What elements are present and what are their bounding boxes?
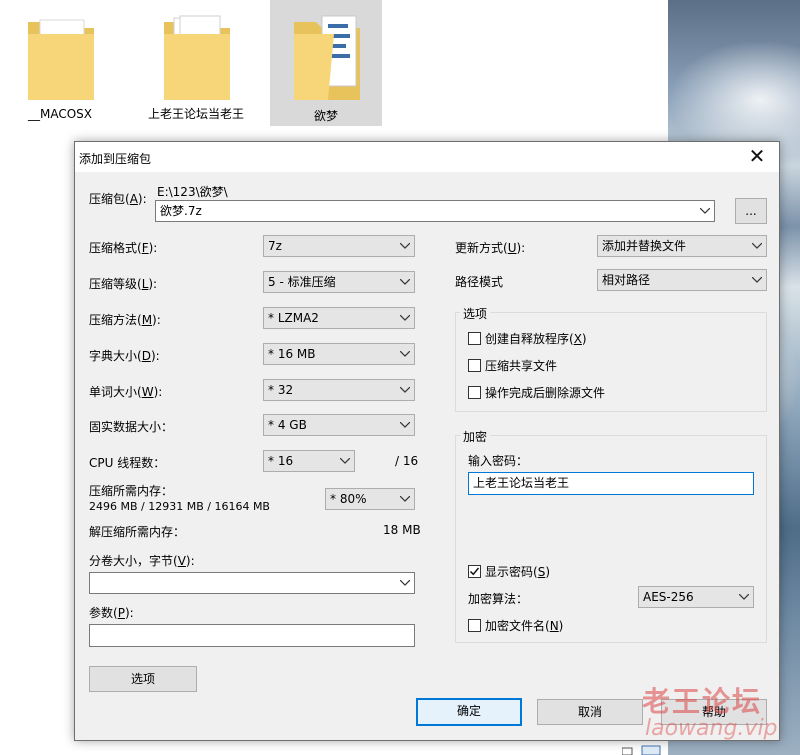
checkbox-box	[468, 565, 481, 578]
params-input[interactable]	[89, 624, 415, 647]
encryption-method-value: AES-256	[643, 590, 694, 604]
encrypt-filenames-checkbox[interactable]: 加密文件名(N)	[468, 618, 563, 634]
update-mode-value: 添加并替换文件	[602, 239, 687, 253]
folder-label: 欲梦	[313, 109, 338, 123]
shared-files-checkbox[interactable]: 压缩共享文件	[468, 358, 557, 374]
folder-label: 上老王论坛当老王	[147, 107, 244, 121]
chevron-down-icon	[400, 236, 410, 256]
chevron-down-icon	[400, 573, 410, 593]
method-label: 压缩方法(M):	[89, 313, 161, 327]
chevron-down-icon	[752, 270, 762, 290]
ok-button[interactable]: 确定	[416, 698, 522, 726]
cpu-value: * 16	[268, 454, 294, 468]
params-label: 参数(P):	[89, 606, 134, 620]
archive-path: E:\123\欲梦\	[157, 185, 228, 199]
level-select[interactable]: 5 - 标准压缩	[263, 271, 415, 293]
chevron-down-icon	[400, 344, 410, 364]
path-mode-label: 路径模式	[455, 275, 504, 289]
folder-icon	[294, 15, 360, 100]
encryption-group: 加密 输入密码： 上老王论坛当老王 显示密码(S) 加密算法： AES-256 …	[455, 428, 767, 643]
chevron-down-icon	[700, 201, 710, 221]
folder-label: __MACOSX	[27, 107, 92, 121]
solid-label: 固实数据大小：	[89, 420, 174, 434]
chevron-down-icon	[739, 587, 749, 607]
cancel-button[interactable]: 取消	[537, 699, 643, 725]
mem-compress-label: 压缩所需内存：	[89, 484, 174, 498]
folder-icon	[28, 19, 94, 100]
volume-size-combo[interactable]	[89, 572, 415, 594]
level-value: 5 - 标准压缩	[268, 275, 336, 289]
checkbox-box	[468, 359, 481, 372]
encryption-group-title: 加密	[460, 428, 491, 445]
format-label: 压缩格式(F):	[89, 241, 158, 255]
update-label: 更新方式(U):	[455, 241, 526, 255]
solid-select[interactable]: * 4 GB	[263, 414, 415, 436]
format-select[interactable]: 7z	[263, 235, 415, 257]
close-icon: ✕	[748, 144, 766, 168]
level-label: 压缩等级(L):	[89, 277, 158, 291]
checkbox-box	[468, 386, 481, 399]
checkbox-box	[468, 332, 481, 345]
word-value: * 32	[268, 383, 294, 397]
watermark-text: 老王论坛	[642, 685, 763, 718]
watermark-url: laowang.vip	[645, 716, 778, 741]
mem-decompress-label: 解压缩所需内存：	[89, 525, 186, 539]
update-mode-select[interactable]: 添加并替换文件	[597, 235, 767, 257]
cpu-max: / 16	[395, 454, 419, 468]
browse-button[interactable]: ...	[735, 198, 767, 224]
archive-filename: 欲梦.7z	[160, 204, 202, 218]
dialog-title: 添加到压缩包	[79, 152, 152, 166]
mem-compress-detail: 2496 MB / 12931 MB / 16164 MB	[89, 500, 270, 513]
method-value: * LZMA2	[268, 311, 319, 325]
chevron-down-icon	[400, 308, 410, 328]
archive-filename-combo[interactable]: 欲梦.7z	[155, 200, 715, 222]
cpu-select[interactable]: * 16	[263, 450, 355, 472]
dict-value: * 16 MB	[268, 347, 316, 361]
path-mode-select[interactable]: 相对路径	[597, 269, 767, 291]
word-select[interactable]: * 32	[263, 379, 415, 401]
options-group: 选项 创建自释放程序(X) 压缩共享文件 操作完成后删除源文件	[455, 305, 767, 412]
mem-usage-value: * 80%	[330, 492, 367, 506]
chevron-down-icon	[752, 236, 762, 256]
method-select[interactable]: * LZMA2	[263, 307, 415, 329]
add-to-archive-dialog: 添加到压缩包 ✕ 压缩包(A): E:\123\欲梦\ 欲梦.7z ... 压缩…	[74, 141, 780, 741]
solid-value: * 4 GB	[268, 418, 307, 432]
dict-select[interactable]: * 16 MB	[263, 343, 415, 365]
path-mode-value: 相对路径	[602, 273, 651, 287]
dialog-titlebar[interactable]: 添加到压缩包 ✕	[75, 142, 779, 172]
chevron-down-icon	[400, 380, 410, 400]
show-password-checkbox[interactable]: 显示密码(S)	[468, 564, 550, 580]
encryption-method-label: 加密算法：	[468, 592, 529, 606]
folder-laowang[interactable]: 上老王论坛当老王	[140, 0, 252, 126]
chevron-down-icon	[400, 489, 410, 509]
check-icon	[469, 567, 480, 576]
cpu-label: CPU 线程数：	[89, 456, 166, 470]
folder-icon	[164, 15, 230, 100]
chevron-down-icon	[340, 451, 350, 471]
options-button[interactable]: 选项	[89, 666, 197, 692]
taskbar-view-icon[interactable]	[622, 745, 662, 755]
mem-usage-select[interactable]: * 80%	[325, 488, 415, 510]
checkbox-box	[468, 619, 481, 632]
sfx-checkbox[interactable]: 创建自释放程序(X)	[468, 331, 587, 347]
word-label: 单词大小(W):	[89, 385, 163, 399]
archive-label: 压缩包(A):	[89, 192, 147, 206]
folder-yumeng[interactable]: 欲梦	[270, 0, 382, 126]
chevron-down-icon	[400, 272, 410, 292]
format-value: 7z	[268, 239, 282, 253]
close-button[interactable]: ✕	[739, 142, 775, 172]
delete-after-checkbox[interactable]: 操作完成后删除源文件	[468, 385, 605, 401]
options-group-title: 选项	[460, 305, 491, 322]
chevron-down-icon	[400, 415, 410, 435]
password-input[interactable]: 上老王论坛当老王	[468, 472, 754, 495]
volume-label: 分卷大小，字节(V):	[89, 554, 195, 568]
folder-macosx[interactable]: __MACOSX	[4, 0, 116, 126]
encryption-method-select[interactable]: AES-256	[638, 586, 754, 608]
password-label: 输入密码：	[468, 454, 529, 468]
mem-decompress-value: 18 MB	[383, 523, 421, 537]
dict-label: 字典大小(D):	[89, 349, 160, 363]
